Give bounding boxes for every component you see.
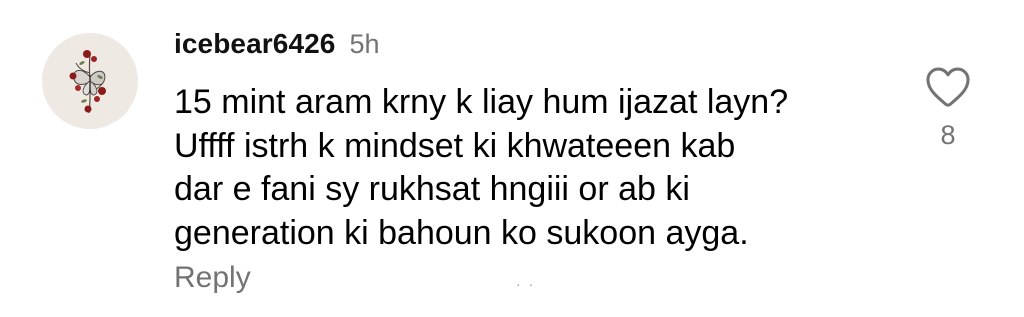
comment-header: icebear6426 5h [174,28,380,62]
user-avatar[interactable] [42,33,138,129]
heart-outline-icon[interactable] [925,66,971,108]
faint-mark: · · [516,276,536,292]
username[interactable]: icebear6426 [174,28,335,60]
comment-text: 15 mint aram krny k liay hum ijazat layn… [174,83,789,252]
like-count: 8 [940,120,956,150]
butterfly-roses-avatar-icon [69,50,106,114]
comment-item: icebear6426 5h 15 mint aram krny k liay … [0,0,1024,317]
like-button[interactable]: 8 [920,64,976,164]
timestamp[interactable]: 5h [349,29,379,60]
reply-button[interactable]: Reply [174,261,251,295]
